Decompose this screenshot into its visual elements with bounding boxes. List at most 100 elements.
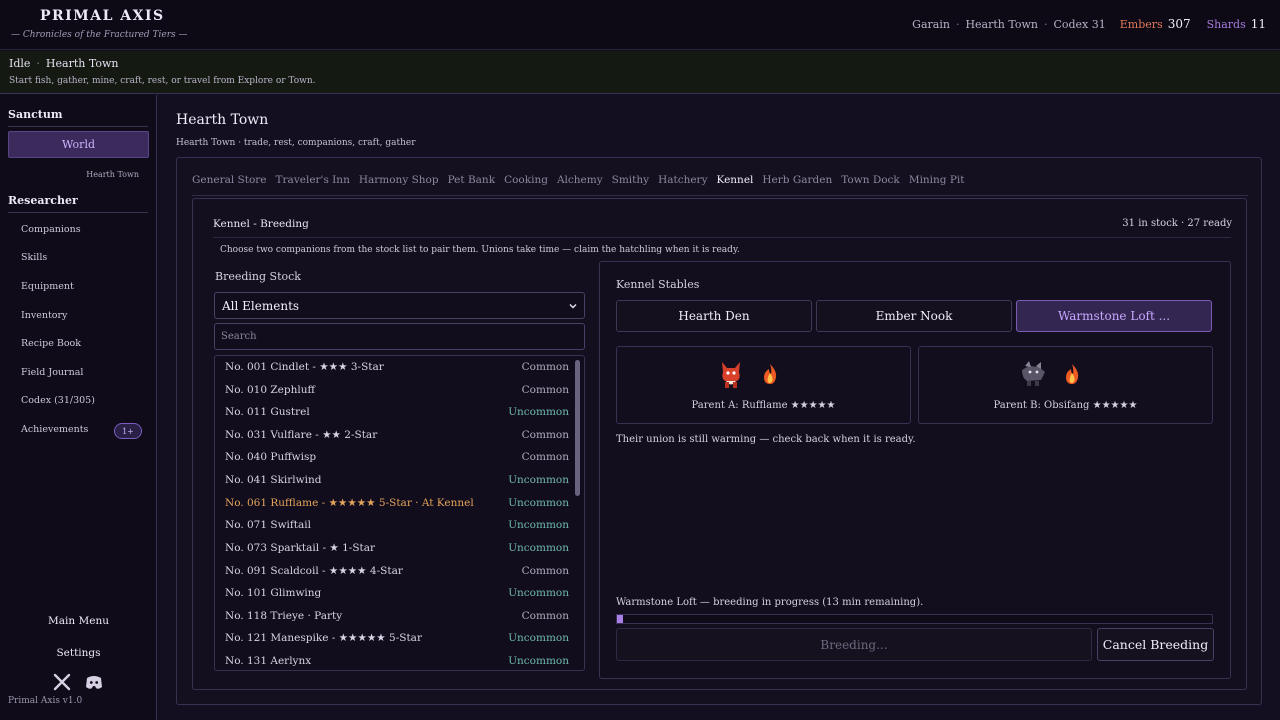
companion-name: No. 071 Swiftail bbox=[225, 519, 311, 531]
list-item[interactable]: No. 121 Manespike - ★★★★★ 5-Star Uncommon bbox=[215, 628, 575, 650]
sidebar-item-recipe-book[interactable]: Recipe Book bbox=[21, 338, 81, 349]
companion-rarity: Common bbox=[521, 565, 569, 577]
tab-travelers-inn[interactable]: Traveler's Inn bbox=[276, 174, 350, 186]
companion-rarity: Uncommon bbox=[508, 497, 569, 509]
chevron-down-icon bbox=[568, 300, 578, 310]
sidebar-item-equipment[interactable]: Equipment bbox=[21, 281, 74, 292]
header-status: Garain · Hearth Town · Codex 31 Embers 3… bbox=[912, 17, 1266, 31]
companion-name: No. 118 Trieye · Party bbox=[225, 610, 343, 622]
breadcrumb-player: Garain bbox=[912, 18, 950, 31]
main-menu-button[interactable]: Main Menu bbox=[0, 615, 157, 627]
companion-name: No. 061 Rufflame - ★★★★★ 5-Star · At Ken… bbox=[225, 497, 474, 509]
list-item[interactable]: No. 073 Sparktail - ★ 1-Star Uncommon bbox=[215, 538, 575, 560]
companion-rarity: Uncommon bbox=[508, 474, 569, 486]
kennel-panel: Kennel - Breeding 31 in stock · 27 ready… bbox=[192, 198, 1247, 690]
sidebar-item-inventory[interactable]: Inventory bbox=[21, 310, 67, 321]
list-item[interactable]: No. 101 Glimwing Uncommon bbox=[215, 583, 575, 605]
list-item[interactable]: No. 091 Scaldcoil - ★★★★ 4-Star Common bbox=[215, 561, 575, 583]
list-scrollbar[interactable] bbox=[575, 360, 580, 496]
tab-smithy[interactable]: Smithy bbox=[612, 174, 649, 186]
companion-name: No. 041 Skirlwind bbox=[225, 474, 322, 486]
breeding-button[interactable]: Breeding... bbox=[616, 628, 1092, 661]
discord-logo-icon[interactable] bbox=[84, 672, 104, 692]
sidebar-divider bbox=[8, 126, 148, 127]
list-item[interactable]: No. 071 Swiftail Uncommon bbox=[215, 515, 575, 537]
achievements-badge: 1+ bbox=[114, 423, 142, 439]
sidebar-item-companions[interactable]: Companions bbox=[21, 224, 81, 235]
tab-hatchery[interactable]: Hatchery bbox=[658, 174, 707, 186]
companion-name: No. 031 Vulflare - ★★ 2-Star bbox=[225, 429, 378, 441]
social-links bbox=[52, 672, 104, 692]
list-item[interactable]: No. 010 Zephluff Common bbox=[215, 380, 575, 402]
fire-element-icon bbox=[761, 363, 779, 385]
stable-ember-nook-button[interactable]: Ember Nook bbox=[816, 300, 1012, 332]
breeding-progress-fill bbox=[617, 615, 623, 623]
embers-value: 307 bbox=[1167, 17, 1191, 31]
stable-hearth-den-button[interactable]: Hearth Den bbox=[616, 300, 812, 332]
app-version: Primal Axis v1.0 bbox=[8, 696, 83, 706]
list-item[interactable]: No. 031 Vulflare - ★★ 2-Star Common bbox=[215, 425, 575, 447]
breadcrumb-codex: Codex 31 bbox=[1053, 18, 1106, 31]
tab-herb-garden[interactable]: Herb Garden bbox=[762, 174, 832, 186]
companion-name: No. 091 Scaldcoil - ★★★★ 4-Star bbox=[225, 565, 403, 577]
union-status-message: Their union is still warming — check bac… bbox=[616, 434, 916, 445]
companion-rarity: Common bbox=[521, 610, 569, 622]
list-item[interactable]: No. 041 Skirlwind Uncommon bbox=[215, 470, 575, 492]
rufflame-sprite-icon bbox=[717, 358, 745, 390]
companion-name: No. 101 Glimwing bbox=[225, 587, 322, 599]
status-bar: Idle · Hearth Town Start fish, gather, min… bbox=[0, 51, 1280, 94]
embers-label: Embers bbox=[1119, 18, 1163, 31]
list-item[interactable]: No. 001 Cindlet - ★★★ 3-Star Common bbox=[215, 357, 575, 379]
tab-alchemy[interactable]: Alchemy bbox=[557, 174, 603, 186]
settings-button[interactable]: Settings bbox=[0, 647, 157, 659]
companion-name: No. 010 Zephluff bbox=[225, 384, 315, 396]
list-item[interactable]: No. 040 Puffwisp Common bbox=[215, 447, 575, 469]
page-title: Hearth Town bbox=[176, 112, 269, 128]
parent-b-card: Parent B: Obsifang ★★★★★ bbox=[918, 346, 1213, 424]
stock-search-field[interactable] bbox=[214, 323, 585, 350]
companion-rarity: Uncommon bbox=[508, 519, 569, 531]
status-separator: · bbox=[36, 57, 40, 70]
sidebar-item-skills[interactable]: Skills bbox=[21, 252, 47, 263]
tab-pet-bank[interactable]: Pet Bank bbox=[448, 174, 495, 186]
tab-harmony-shop[interactable]: Harmony Shop bbox=[359, 174, 439, 186]
stock-search-input[interactable] bbox=[221, 331, 584, 342]
companion-rarity: Common bbox=[521, 451, 569, 463]
world-location: Hearth Town bbox=[86, 170, 139, 179]
kennel-title: Kennel - Breeding bbox=[213, 218, 309, 230]
tab-general-store[interactable]: General Store bbox=[192, 174, 267, 186]
shards-value: 11 bbox=[1250, 17, 1266, 31]
companion-rarity: Uncommon bbox=[508, 406, 569, 418]
list-item[interactable]: No. 131 Aerlynx Uncommon bbox=[215, 651, 575, 670]
tab-cooking[interactable]: Cooking bbox=[504, 174, 548, 186]
list-item[interactable]: No. 118 Trieye · Party Common bbox=[215, 606, 575, 628]
world-button[interactable]: World bbox=[8, 131, 149, 158]
companion-name: No. 131 Aerlynx bbox=[225, 655, 312, 667]
companion-rarity: Uncommon bbox=[508, 632, 569, 644]
stock-summary: 31 in stock · 27 ready bbox=[1122, 218, 1232, 229]
sidebar-item-achievements[interactable]: Achievements bbox=[21, 424, 88, 435]
activity-location: Hearth Town bbox=[45, 57, 119, 70]
breeding-stock-list[interactable]: No. 001 Cindlet - ★★★ 3-Star Common No. 0… bbox=[214, 355, 585, 671]
parent-a-card: Parent A: Rufflame ★★★★★ bbox=[616, 346, 911, 424]
breeding-progress-text: Warmstone Loft — breeding in progress (1… bbox=[616, 597, 924, 608]
kennel-divider bbox=[213, 237, 1231, 238]
list-item[interactable]: No. 011 Gustrel Uncommon bbox=[215, 402, 575, 424]
stables-title: Kennel Stables bbox=[616, 278, 700, 291]
activity-status: Idle · Hearth Town bbox=[9, 57, 118, 70]
cancel-breeding-button[interactable]: Cancel Breeding bbox=[1097, 628, 1214, 661]
tab-mining-pit[interactable]: Mining Pit bbox=[909, 174, 965, 186]
sidebar-item-field-journal[interactable]: Field Journal bbox=[21, 367, 83, 378]
list-item-selected[interactable]: No. 061 Rufflame - ★★★★★ 5-Star · At Ken… bbox=[215, 493, 575, 515]
activity-hint: Start fish, gather, mine, craft, rest, o… bbox=[9, 76, 316, 86]
breeding-progress-bar bbox=[616, 614, 1213, 624]
stable-warmstone-loft-button[interactable]: Warmstone Loft ... bbox=[1016, 300, 1212, 332]
companion-rarity: Common bbox=[521, 429, 569, 441]
element-filter-select[interactable]: All Elements bbox=[214, 292, 585, 319]
tab-town-dock[interactable]: Town Dock bbox=[841, 174, 900, 186]
top-bar: PRIMAL AXIS — Chronicles of the Fracture… bbox=[0, 0, 1280, 50]
x-logo-icon[interactable] bbox=[52, 672, 72, 692]
kennel-stables: Kennel Stables Hearth Den Ember Nook War… bbox=[599, 261, 1231, 679]
sidebar-item-codex[interactable]: Codex (31/305) bbox=[21, 395, 95, 406]
tab-kennel[interactable]: Kennel bbox=[717, 174, 754, 186]
